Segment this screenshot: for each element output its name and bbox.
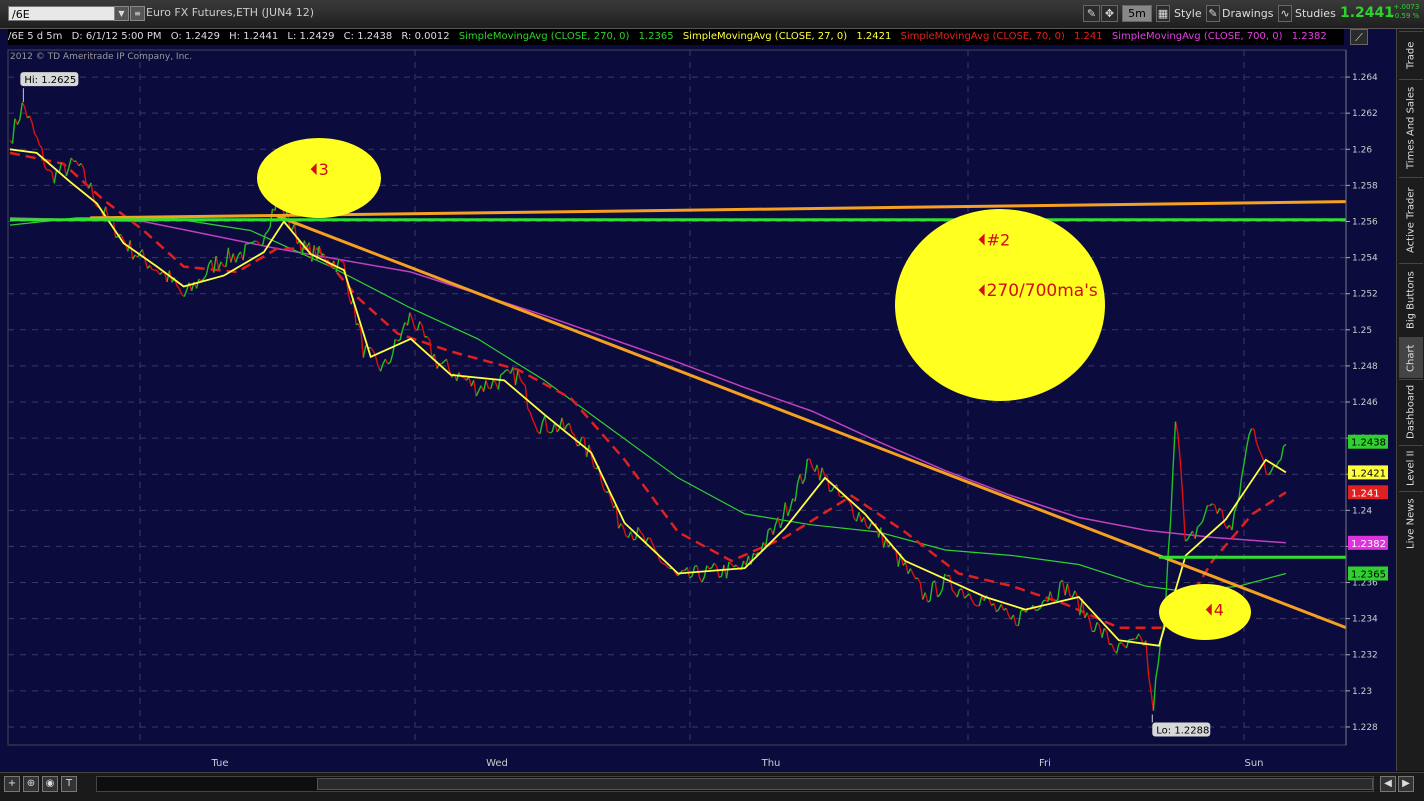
price-tag-2: 1.241 bbox=[1351, 488, 1380, 499]
scroll-right-icon[interactable]: ▶ bbox=[1398, 776, 1414, 792]
style-menu[interactable]: Style bbox=[1174, 7, 1202, 20]
grid-icon[interactable]: ▦ bbox=[1156, 5, 1170, 22]
price-tag-1: 1.2421 bbox=[1351, 468, 1386, 479]
right-panel: Trade Times And Sales Active Trader Big But… bbox=[1396, 29, 1424, 771]
info-high: H: 1.2441 bbox=[229, 31, 279, 42]
right-tab-level-ii[interactable]: Level II bbox=[1399, 445, 1423, 490]
right-tab-times-and-sales[interactable]: Times And Sales bbox=[1399, 79, 1423, 176]
hi-label: Hi: 1.2625 bbox=[24, 75, 76, 86]
y-tick-label-16: 1.26 bbox=[1352, 145, 1372, 155]
right-tab-chart[interactable]: Chart bbox=[1399, 337, 1423, 378]
chart-settings-icon[interactable]: ⟋ bbox=[1350, 29, 1368, 45]
y-tick-label-1: 1.23 bbox=[1352, 687, 1372, 697]
studies-icon[interactable]: ∿ bbox=[1278, 5, 1292, 22]
info-low: L: 1.2429 bbox=[287, 31, 335, 42]
y-tick-label-3: 1.234 bbox=[1352, 615, 1378, 625]
change-percent: +0.59 % bbox=[1389, 12, 1420, 20]
grid: Tue Wed Thu Fri Sun bbox=[7, 49, 1347, 769]
symbol-menu-icon[interactable]: ≡ bbox=[130, 6, 145, 21]
change-value: +.0073 bbox=[1393, 3, 1420, 11]
y-tick-label-15: 1.258 bbox=[1352, 181, 1378, 191]
sma700-label[interactable]: SimpleMovingAvg (CLOSE, 700, 0) bbox=[1112, 31, 1283, 42]
studies-menu[interactable]: Studies bbox=[1295, 7, 1336, 20]
x-tick-label-0: Tue bbox=[210, 758, 228, 769]
x-tick-label-4: Sun bbox=[1244, 758, 1263, 769]
info-close: C: 1.2438 bbox=[343, 31, 393, 42]
y-tick-label-6: 1.24 bbox=[1352, 506, 1372, 516]
reset-icon[interactable]: ◉ bbox=[42, 776, 58, 792]
sma27-label[interactable]: SimpleMovingAvg (CLOSE, 27, 0) bbox=[683, 31, 847, 42]
annotation-text-2: 270/700ma's bbox=[987, 281, 1098, 301]
bottom-scrollbar: + ⊕ ◉ T ◀ ▶ bbox=[0, 772, 1424, 801]
info-period: /6E 5 d 5m bbox=[8, 31, 63, 42]
y-tick-label-2: 1.232 bbox=[1352, 651, 1378, 661]
y-axis: 1.2281.231.2321.2341.2361.2381.241.2421.… bbox=[1345, 50, 1396, 745]
scroll-thumb[interactable] bbox=[317, 778, 1373, 790]
sma27-value: 1.2421 bbox=[856, 31, 892, 42]
y-tick-label-12: 1.252 bbox=[1352, 290, 1378, 300]
timeframe-button[interactable]: 5m bbox=[1122, 5, 1152, 22]
study-info-bar: /6E 5 d 5m D: 6/1/12 5:00 PM O: 1.2429 H… bbox=[8, 29, 1344, 45]
right-tab-big-buttons[interactable]: Big Buttons bbox=[1399, 263, 1423, 336]
drawings-icon[interactable]: ✎ bbox=[1206, 5, 1220, 22]
sma70-value: 1.241 bbox=[1074, 31, 1103, 42]
y-tick-label-0: 1.228 bbox=[1352, 723, 1378, 733]
sma270-label[interactable]: SimpleMovingAvg (CLOSE, 270, 0) bbox=[459, 31, 630, 42]
sma70-label[interactable]: SimpleMovingAvg (CLOSE, 70, 0) bbox=[901, 31, 1065, 42]
y-tick-label-13: 1.254 bbox=[1352, 254, 1378, 264]
y-tick-label-17: 1.262 bbox=[1352, 109, 1378, 119]
annotation-text-0: 3 bbox=[319, 160, 329, 179]
price-tag-3: 1.2382 bbox=[1351, 539, 1386, 550]
info-range: R: 0.0012 bbox=[401, 31, 450, 42]
text-tool-icon[interactable]: T bbox=[61, 776, 77, 792]
crosshair-icon[interactable]: ✥ bbox=[1101, 5, 1118, 22]
copyright-text: 2012 © TD Ameritrade IP Company, Inc. bbox=[10, 52, 193, 62]
x-tick-label-2: Thu bbox=[761, 758, 781, 769]
y-tick-label-11: 1.25 bbox=[1352, 326, 1372, 336]
info-date: D: 6/1/12 5:00 PM bbox=[71, 31, 162, 42]
price-change: +.0073 +0.59 % bbox=[1389, 3, 1419, 21]
lo-label: Lo: 1.2288 bbox=[1156, 726, 1209, 737]
zoom-in-icon[interactable]: + bbox=[4, 776, 20, 792]
y-tick-label-10: 1.248 bbox=[1352, 362, 1378, 372]
x-tick-label-1: Wed bbox=[486, 758, 508, 769]
instrument-title: Euro FX Futures,ETH (JUN4 12) bbox=[146, 6, 315, 19]
annotation-text-1: #2 bbox=[987, 231, 1011, 250]
last-price: 1.2441 bbox=[1340, 5, 1395, 21]
tools-icon[interactable]: ✎ bbox=[1083, 5, 1100, 22]
price-tag-4: 1.2365 bbox=[1351, 570, 1386, 581]
y-tick-label-9: 1.246 bbox=[1352, 398, 1378, 408]
right-tab-active-trader[interactable]: Active Trader bbox=[1399, 177, 1423, 262]
right-tab-dashboard[interactable]: Dashboard bbox=[1399, 379, 1423, 444]
drawings-menu[interactable]: Drawings bbox=[1222, 7, 1273, 20]
zoom-fit-icon[interactable]: ⊕ bbox=[23, 776, 39, 792]
right-tab-trade[interactable]: Trade bbox=[1399, 31, 1423, 78]
scroll-track[interactable] bbox=[96, 776, 1374, 792]
symbol-input[interactable]: /6E bbox=[8, 6, 116, 21]
scroll-left-icon[interactable]: ◀ bbox=[1380, 776, 1396, 792]
info-open: O: 1.2429 bbox=[170, 31, 220, 42]
sma700-value: 1.2382 bbox=[1291, 31, 1327, 42]
sma270-value: 1.2365 bbox=[638, 31, 674, 42]
x-tick-label-3: Fri bbox=[1039, 758, 1051, 769]
right-tab-live-news[interactable]: Live News bbox=[1399, 491, 1423, 556]
y-tick-label-18: 1.264 bbox=[1352, 73, 1378, 83]
annotation-text-3: 4 bbox=[1214, 601, 1224, 620]
price-tag-0: 1.2438 bbox=[1351, 438, 1386, 449]
price-chart[interactable]: Tue Wed Thu Fri Sun 1.228 1.23 1.232 1.234 1.236… bbox=[0, 46, 1396, 772]
symbol-dropdown-icon[interactable]: ▼ bbox=[114, 6, 129, 21]
top-toolbar: /6E ▼ ≡ Euro FX Futures,ETH (JUN4 12) ✎ … bbox=[0, 0, 1424, 29]
y-tick-label-14: 1.256 bbox=[1352, 217, 1378, 227]
highlight-4 bbox=[1159, 584, 1251, 640]
